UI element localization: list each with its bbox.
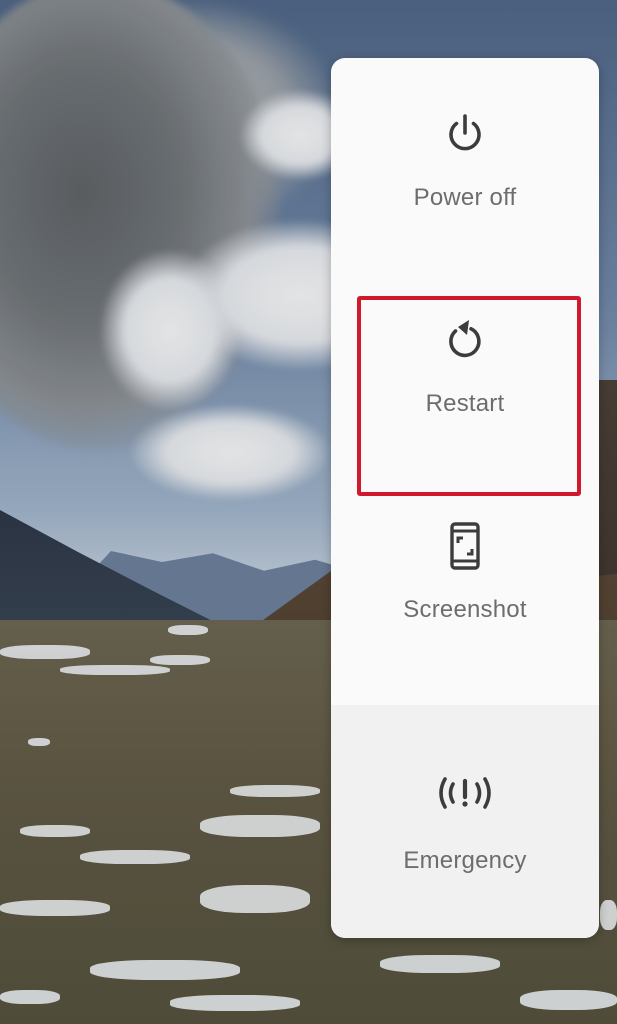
screenshot-label: Screenshot [403, 596, 527, 623]
power-icon [449, 114, 481, 151]
emergency-button[interactable]: Emergency [331, 705, 599, 938]
screenshot-button[interactable]: Screenshot [331, 470, 599, 676]
restart-label: Restart [425, 390, 505, 417]
power-menu-panel: Power off Restart Screenshot Emergency [331, 58, 599, 938]
emergency-label: Emergency [403, 846, 527, 874]
screenshot-icon [450, 522, 480, 570]
restart-icon [449, 320, 481, 358]
restart-button[interactable]: Restart [331, 264, 599, 470]
power-off-label: Power off [413, 184, 517, 211]
power-off-button[interactable]: Power off [331, 58, 599, 264]
emergency-icon [439, 776, 491, 809]
